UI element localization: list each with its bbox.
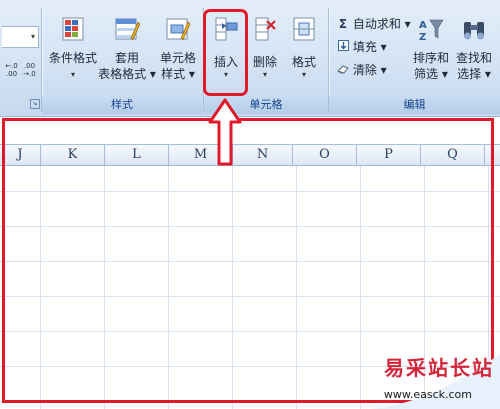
table-format-label-line1: 套用 [114, 51, 139, 65]
autosum-label: 自动求和 ▾ [352, 17, 411, 31]
format-label: 格式 [291, 55, 316, 69]
chevron-down-icon: ▾ [70, 70, 75, 79]
table-format-icon [114, 16, 141, 42]
conditional-format-icon [60, 16, 86, 42]
find-select-label-line1: 查找和 [455, 51, 492, 65]
cell-styles-icon [165, 16, 191, 42]
format-button[interactable]: 格式 ▾ [286, 16, 322, 79]
sort-filter-label-line1: 排序和 [412, 51, 449, 65]
sigma-icon: Σ [338, 17, 348, 31]
sort-filter-label-line2: 筛选 ▾ [414, 67, 448, 81]
format-cells-icon [291, 16, 317, 42]
clear-label: 清除 ▾ [352, 63, 387, 77]
number-dialog-launcher[interactable]: ↘ [30, 99, 40, 109]
delete-label: 删除 [252, 55, 277, 69]
delete-cells-icon [252, 16, 278, 42]
watermark-text: 易采站长站 [384, 356, 494, 380]
table-format-button[interactable]: 套用 表格格式 ▾ [98, 16, 156, 82]
table-format-label-line2: 表格格式 ▾ [98, 67, 156, 81]
sort-filter-button[interactable]: A Z 排序和 筛选 ▾ [411, 16, 451, 82]
svg-text:Z: Z [419, 32, 426, 42]
sort-filter-icon: A Z [418, 16, 444, 43]
insert-highlight-frame [203, 9, 248, 96]
cell-styles-label-line1: 单元格 [159, 51, 196, 65]
editing-group-label: 编辑 [329, 96, 500, 114]
decrease-decimal-button[interactable]: .00 →.0 [21, 62, 38, 79]
delete-button[interactable]: 删除 ▾ [248, 16, 282, 79]
fill-down-icon [337, 37, 349, 57]
up-arrow-icon [208, 98, 242, 166]
find-select-button[interactable]: 查找和 选择 ▾ [452, 16, 496, 82]
chevron-down-icon: ▾ [301, 70, 306, 79]
chevron-down-icon: ▾ [262, 70, 267, 79]
binoculars-icon [461, 16, 487, 42]
clear-button[interactable]: 清除 ▾ [337, 60, 387, 80]
svg-text:A: A [419, 20, 427, 31]
increase-decimal-icon: ←.0.00 [5, 62, 18, 78]
find-select-label-line2: 选择 ▾ [457, 67, 491, 81]
fill-label: 填充 ▾ [352, 40, 387, 54]
conditional-format-button[interactable]: 条件格式 ▾ [46, 16, 100, 80]
styles-group-label: 样式 [42, 96, 202, 114]
watermark-url: www.easck.com [383, 388, 472, 401]
decrease-decimal-icon: .00 →.0 [23, 62, 36, 78]
chevron-down-icon: ▾ [30, 32, 35, 41]
cell-styles-button[interactable]: 单元格 样式 ▾ [156, 16, 200, 82]
conditional-format-label: 条件格式 [48, 51, 97, 65]
autosum-button[interactable]: Σ 自动求和 ▾ [337, 14, 411, 34]
eraser-icon [337, 60, 349, 80]
cell-styles-label-line2: 样式 ▾ [161, 67, 195, 81]
ribbon: ▾ ←.0.00 .00 →.0 ↘ 条件格式 ▾ 套用 表格格式 ▾ 单元格 … [0, 0, 500, 117]
number-format-dropdown[interactable]: ▾ [2, 26, 39, 48]
fill-button[interactable]: 填充 ▾ [337, 37, 387, 57]
increase-decimal-button[interactable]: ←.0.00 [3, 62, 20, 79]
